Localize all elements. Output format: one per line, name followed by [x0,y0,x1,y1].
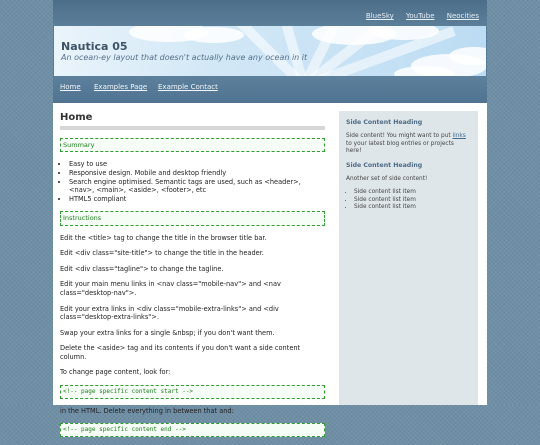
side-heading: Side Content Heading [346,161,423,169]
instruction-paragraph: Edit <div class="site-title"> to change … [60,249,264,258]
list-item: Search engine optimised. Semantic tags a… [69,178,325,195]
list-item: Side content list item [354,189,471,197]
instruction-paragraph: Edit your extra links in <div class="mob… [60,304,279,322]
list-item: Easy to use [69,160,325,169]
main-area: Home Summary Easy to use Responsive desi… [53,103,487,438]
site-title: Nautica 05 [61,40,128,53]
instruction-paragraph: Swap your extra links for a single &nbsp… [60,328,275,337]
list-item: HTML5 compliant [69,195,325,204]
list-item: Responsive design. Mobile and desktop fr… [69,169,325,178]
tagline: An ocean-ey layout that doesn't actually… [61,53,308,62]
list-item: Side content list item [354,197,471,205]
side-text: Another set of side content! [346,175,428,182]
side-link[interactable]: links [453,133,466,139]
page-title: Home [60,111,325,130]
summary-label: Summary [60,138,325,153]
side-text-part: Side content! You might want to put [346,133,453,140]
side-list: Side content list item Side content list… [346,189,471,212]
page-wrapper: BlueSky YouTube Neocities Nautica 05 An … [53,0,487,438]
instruction-paragraph: Edit <div class="tagline"> to change the… [60,264,224,273]
side-text: Side content! You might want to put link… [346,133,471,156]
instruction-paragraph: Edit the <title> tag to change the title… [60,233,267,242]
nav-item-home[interactable]: Home [60,83,81,91]
main-nav: Home Examples Page Example Contact [53,76,487,103]
side-content: Side Content Heading Side content! You m… [339,111,478,405]
summary-list: Easy to use Responsive design. Mobile an… [60,160,325,203]
extra-link-bluesky[interactable]: BlueSky [366,12,394,20]
main-content: Home Summary Easy to use Responsive desi… [60,111,325,445]
extra-link-neocities[interactable]: Neocities [447,12,479,20]
instruction-paragraph: To change page content, look for: [60,368,171,377]
side-heading: Side Content Heading [346,119,423,126]
code-start-box: <!-- page specific content start --> [60,384,325,399]
site-header: Nautica 05 An ocean-ey layout that doesn… [54,26,486,76]
side-text-part: to your latest blog entries or projects … [346,140,454,155]
nav-item-examples-page[interactable]: Examples Page [94,83,147,91]
instruction-paragraph: Delete the <aside> tag and its contents … [60,344,301,361]
instruction-paragraph: in the HTML. Delete everything in betwee… [60,406,234,415]
list-item: Side content list item [354,204,471,212]
instructions-label: Instructions [60,211,325,226]
extra-links: BlueSky YouTube Neocities [356,12,479,20]
extra-link-youtube[interactable]: YouTube [406,12,434,20]
top-bar: BlueSky YouTube Neocities [53,0,487,26]
nav-item-example-contact[interactable]: Example Contact [158,83,218,91]
code-end-box: <!-- page specific content end --> [60,423,325,438]
instruction-paragraph: Edit your main menu links in <nav class=… [60,280,281,297]
